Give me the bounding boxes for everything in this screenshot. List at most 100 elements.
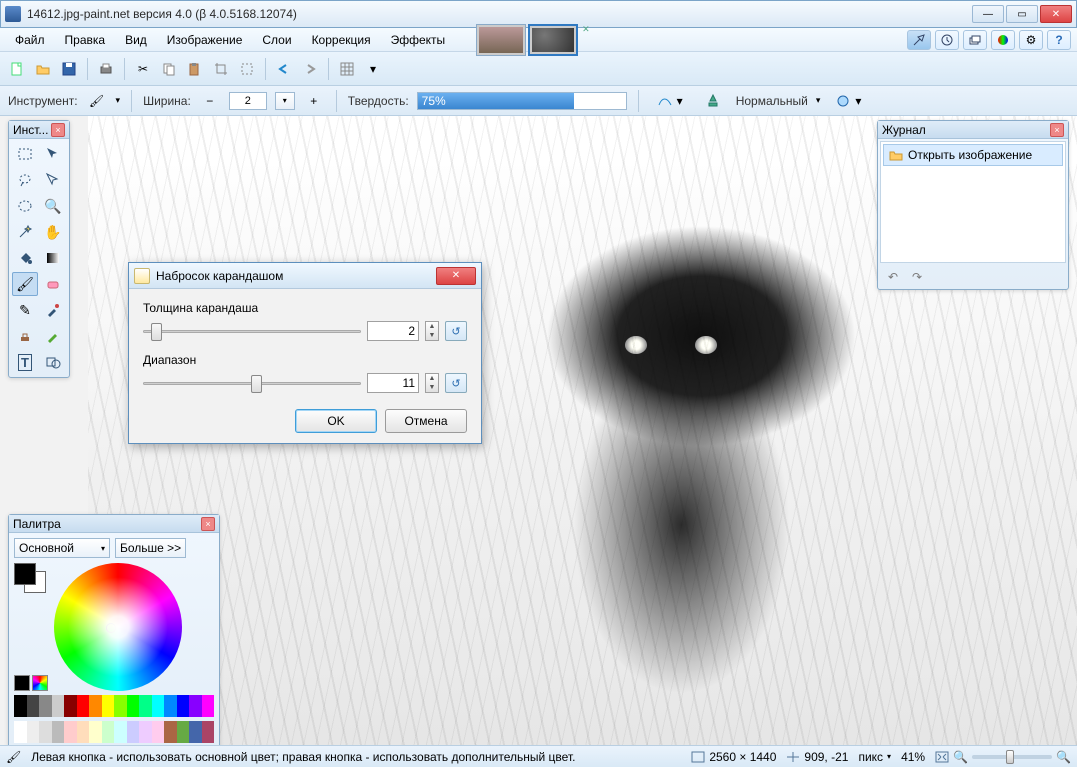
color-mode-select[interactable]: Основной▾	[14, 538, 110, 558]
color-picker-tool[interactable]	[40, 298, 66, 322]
close-thumb-icon[interactable]: ✕	[582, 24, 590, 35]
history-panel-close-icon[interactable]: ×	[1050, 123, 1064, 137]
zoom-fit-button[interactable]	[935, 751, 949, 763]
pencil-tool[interactable]: ✎	[12, 298, 38, 322]
menu-view[interactable]: Вид	[116, 30, 156, 50]
menu-layers[interactable]: Слои	[253, 30, 300, 50]
open-file-button[interactable]	[32, 58, 54, 80]
menu-edit[interactable]: Правка	[56, 30, 115, 50]
range-slider[interactable]	[143, 373, 361, 393]
paint-bucket-tool[interactable]	[12, 246, 38, 270]
width-decrease-button[interactable]: −	[199, 90, 221, 112]
paste-button[interactable]	[184, 58, 206, 80]
paintbrush-tool[interactable]: 🖌	[12, 272, 38, 296]
maximize-button[interactable]: ▭	[1006, 5, 1038, 23]
blend-mode-label[interactable]: Нормальный	[736, 94, 808, 108]
colors-window-toggle[interactable]	[991, 30, 1015, 50]
primary-secondary-swatch[interactable]	[14, 563, 48, 593]
move-pixels-tool[interactable]	[40, 168, 66, 192]
ellipse-select-tool[interactable]	[12, 194, 38, 218]
move-selection-tool[interactable]	[40, 142, 66, 166]
tool-dropdown-icon[interactable]: ▾	[116, 95, 121, 106]
swap-colors-icon[interactable]	[32, 675, 48, 691]
open-image-icon	[889, 148, 903, 162]
width-input[interactable]	[229, 92, 267, 110]
range-spinner[interactable]: ▲▼	[425, 373, 439, 393]
gradient-tool[interactable]	[40, 246, 66, 270]
settings-button[interactable]: ⚙	[1019, 30, 1043, 50]
palette-strip-2[interactable]	[14, 721, 214, 743]
zoom-slider[interactable]	[972, 755, 1052, 759]
crop-button[interactable]	[210, 58, 232, 80]
pencil-width-slider[interactable]	[143, 321, 361, 341]
pencil-width-label: Толщина карандаша	[143, 301, 467, 315]
cut-button[interactable]: ✂	[132, 58, 154, 80]
width-increase-button[interactable]: +	[303, 90, 325, 112]
width-dropdown[interactable]: ▾	[275, 92, 295, 110]
save-button[interactable]	[58, 58, 80, 80]
image-thumb-1[interactable]	[476, 24, 526, 56]
history-redo-button[interactable]: ↷	[908, 269, 926, 285]
pan-tool[interactable]: ✋	[40, 220, 66, 244]
pencil-width-spinner[interactable]: ▲▼	[425, 321, 439, 341]
range-input[interactable]	[367, 373, 419, 393]
redo-button[interactable]	[299, 58, 321, 80]
eraser-tool[interactable]	[40, 272, 66, 296]
cancel-button[interactable]: Отмена	[385, 409, 467, 433]
undo-button[interactable]	[273, 58, 295, 80]
alpha-mode-button[interactable]: ▾	[828, 91, 868, 111]
history-window-toggle[interactable]	[935, 30, 959, 50]
magic-wand-tool[interactable]	[12, 220, 38, 244]
unit-selector[interactable]: пикс▾	[858, 750, 891, 764]
shapes-tool[interactable]	[40, 350, 66, 374]
more-colors-button[interactable]: Больше >>	[115, 538, 186, 558]
layers-window-toggle[interactable]	[963, 30, 987, 50]
tools-panel-close-icon[interactable]: ×	[51, 123, 65, 137]
current-tool-icon[interactable]: 🖌	[86, 90, 108, 112]
palette-strip[interactable]	[14, 695, 214, 717]
hardness-slider[interactable]: 75%	[417, 92, 627, 110]
zoom-in-button[interactable]: 🔍	[1056, 750, 1071, 764]
grid-button[interactable]	[336, 58, 358, 80]
history-panel-title: Журнал	[882, 123, 1050, 137]
hardness-label: Твердость:	[348, 94, 409, 108]
lasso-tool[interactable]	[12, 168, 38, 192]
menu-file[interactable]: Файл	[6, 30, 54, 50]
history-item-label: Открыть изображение	[908, 148, 1032, 162]
copy-button[interactable]	[158, 58, 180, 80]
zoom-tool[interactable]: 🔍	[40, 194, 66, 218]
range-reset-button[interactable]: ↺	[445, 373, 467, 393]
menu-effects[interactable]: Эффекты	[382, 30, 455, 50]
print-button[interactable]	[95, 58, 117, 80]
app-icon	[5, 6, 21, 22]
cursor-pos-icon	[786, 751, 800, 763]
help-button[interactable]: ?	[1047, 30, 1071, 50]
pencil-width-input[interactable]	[367, 321, 419, 341]
pencil-width-reset-button[interactable]: ↺	[445, 321, 467, 341]
dialog-close-button[interactable]: ✕	[436, 267, 476, 285]
paintbrush-icon: 🖌	[6, 750, 21, 764]
image-thumb-2-active[interactable]	[528, 24, 578, 56]
ok-button[interactable]: OK	[295, 409, 377, 433]
text-tool[interactable]: T	[12, 350, 38, 374]
color-wheel[interactable]	[54, 563, 182, 691]
antialiasing-button[interactable]: ▾	[650, 91, 690, 111]
menu-image[interactable]: Изображение	[158, 30, 252, 50]
recolor-tool[interactable]	[40, 324, 66, 348]
history-undo-button[interactable]: ↶	[884, 269, 902, 285]
palette-panel-close-icon[interactable]: ×	[201, 517, 215, 531]
zoom-out-button[interactable]: 🔍	[953, 750, 968, 764]
history-item[interactable]: Открыть изображение	[883, 144, 1063, 166]
minimize-button[interactable]: —	[972, 5, 1004, 23]
close-button[interactable]: ✕	[1040, 5, 1072, 23]
rectangle-select-tool[interactable]	[12, 142, 38, 166]
tools-window-toggle[interactable]	[907, 30, 931, 50]
menu-adjustments[interactable]: Коррекция	[303, 30, 380, 50]
deselect-button[interactable]	[236, 58, 258, 80]
tools-panel: Инст... × 🔍 ✋ 🖌 ✎ T	[8, 120, 70, 378]
window-title: 14612.jpg-paint.net версия 4.0 (β 4.0.51…	[27, 7, 972, 21]
ruler-button[interactable]: ▾	[362, 58, 384, 80]
new-file-button[interactable]	[6, 58, 28, 80]
fill-mode-button[interactable]	[698, 91, 728, 111]
clone-stamp-tool[interactable]	[12, 324, 38, 348]
